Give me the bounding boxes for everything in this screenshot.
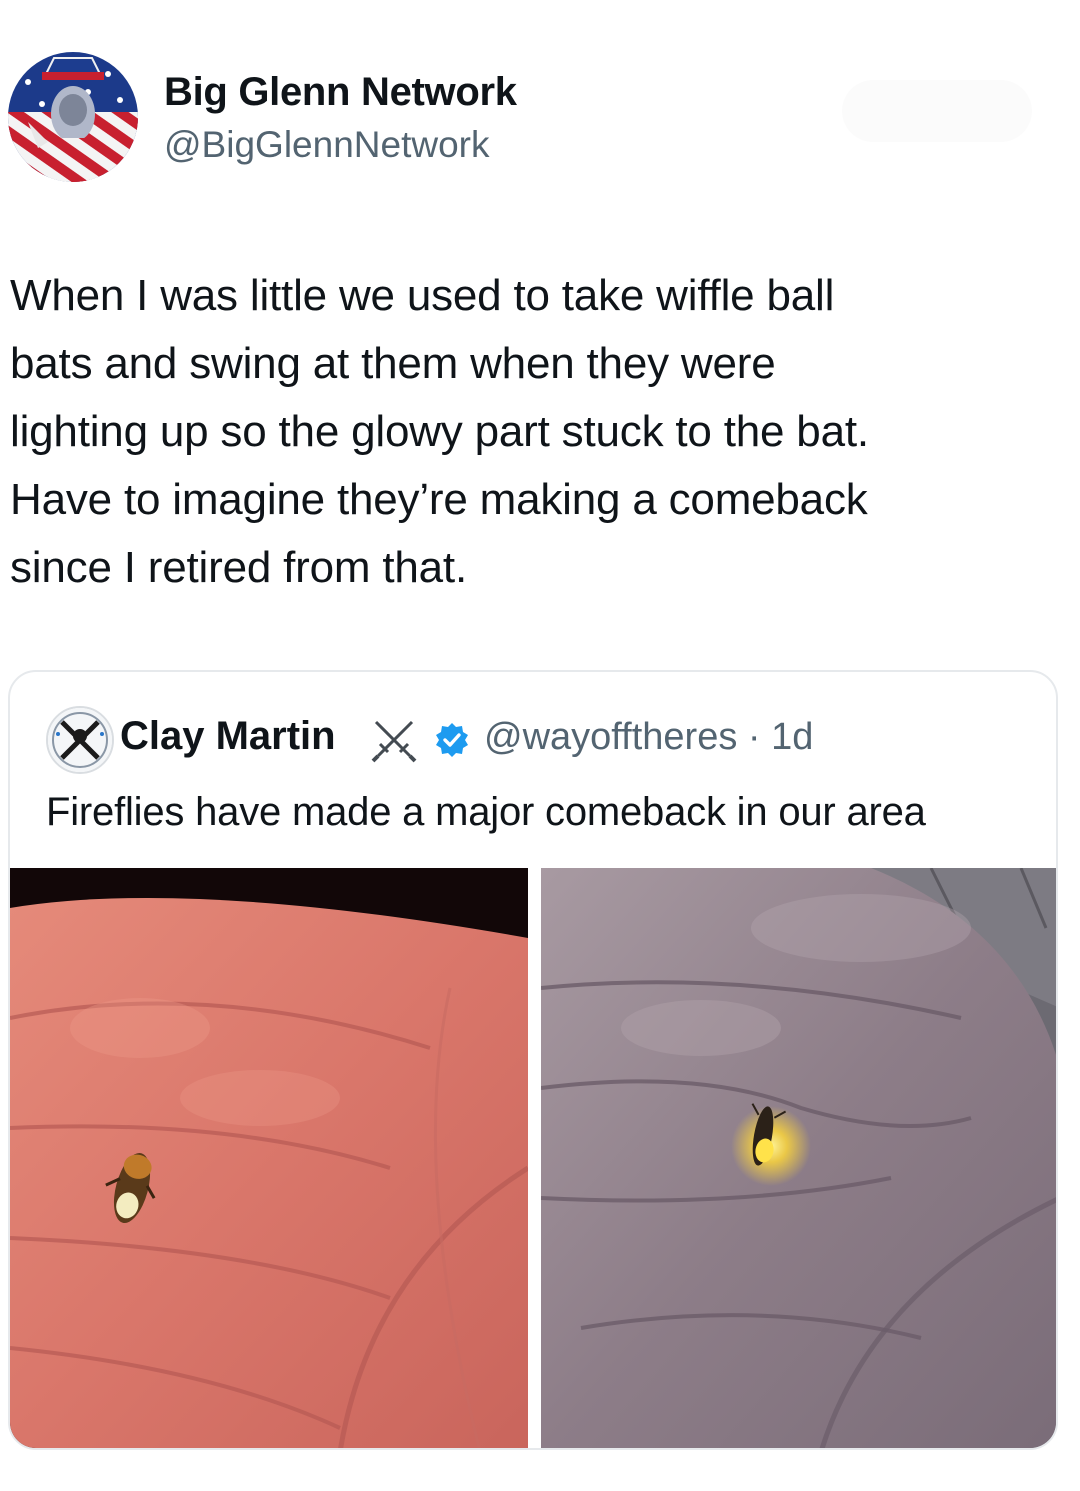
crossed-weapons-logo-icon [48, 708, 112, 772]
follow-button[interactable] [842, 80, 1032, 142]
quoted-tweet-text: Fireflies have made a major comeback in … [46, 790, 926, 834]
author-handle[interactable]: @BigGlennNetwork [164, 124, 489, 166]
photo-firefly-hand-1[interactable] [10, 868, 528, 1448]
photo-divider [528, 868, 541, 1448]
author-avatar[interactable] [8, 52, 138, 182]
glowing-firefly-in-palm-image [541, 868, 1056, 1448]
photo-firefly-glowing-hand-2[interactable] [541, 868, 1056, 1448]
verified-badge-icon [436, 723, 468, 757]
quoted-author-display-name[interactable]: Clay Martin [120, 714, 336, 759]
author-display-name[interactable]: Big Glenn Network [164, 70, 517, 115]
crossed-swords-icon [371, 720, 417, 763]
firefly-in-palm-image [10, 868, 528, 1448]
quoted-tweet-card[interactable]: Clay Martin @wayofftheres · 1d Fireflies… [8, 670, 1058, 1450]
quoted-author-avatar[interactable] [46, 706, 114, 774]
tweet-text: When I was little we used to take wiffle… [10, 271, 869, 592]
quoted-author-handle-and-time[interactable]: @wayofftheres · 1d [484, 716, 813, 759]
patriotic-avatar-image [8, 52, 138, 182]
